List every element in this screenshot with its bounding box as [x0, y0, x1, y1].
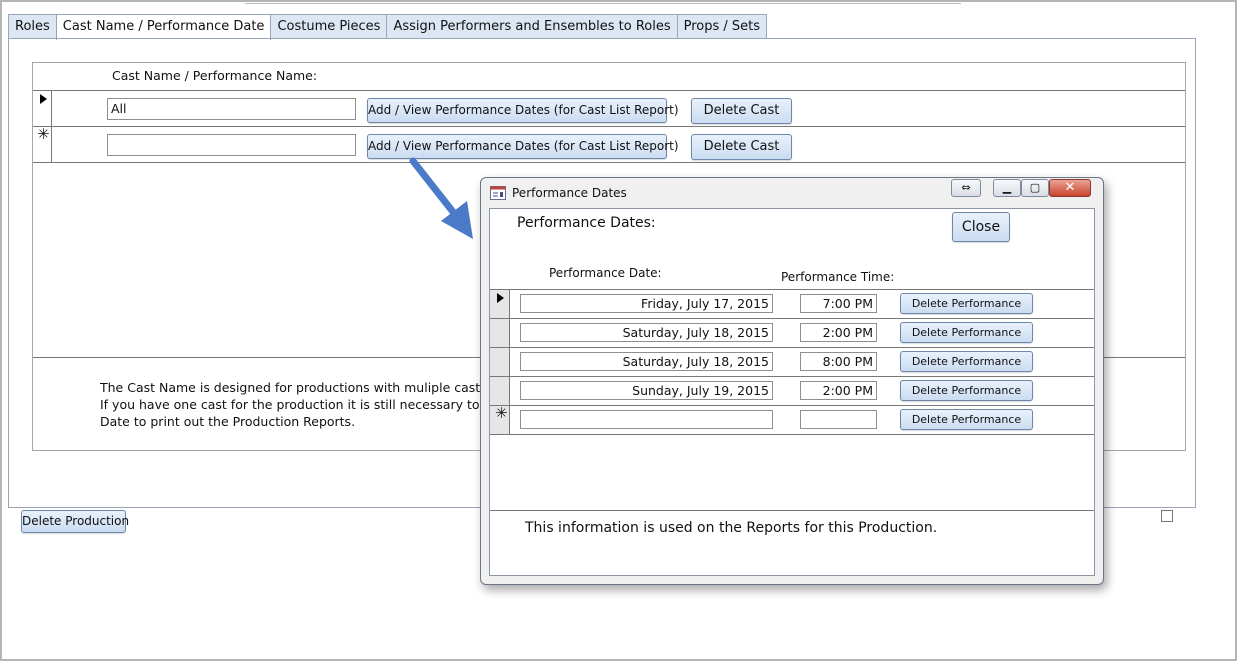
cast-name-note: The Cast Name is designed for production…	[100, 379, 512, 430]
delete-performance-button[interactable]: Delete Performance	[900, 293, 1033, 314]
view-performance-dates-button[interactable]: Add / View Performance Dates (for Cast L…	[367, 98, 679, 123]
record-selector-divider	[509, 290, 510, 434]
delete-production-button[interactable]: Delete Production	[21, 510, 129, 533]
delete-performance-button[interactable]: Delete Performance	[900, 380, 1033, 401]
cast-name-input[interactable]: All	[107, 98, 356, 120]
row-divider	[33, 126, 1185, 127]
dialog-footer-text: This information is used on the Reports …	[525, 520, 938, 536]
performance-time-header: Performance Time:	[781, 270, 895, 284]
note-line: The Cast Name is designed for production…	[100, 380, 511, 395]
subform-footer-divider	[490, 510, 1094, 511]
delete-cast-button[interactable]: Delete Cast	[691, 134, 792, 160]
performance-date-field[interactable]: Saturday, July 18, 2015	[520, 352, 773, 371]
row-divider	[490, 376, 1094, 377]
row-divider	[490, 347, 1094, 348]
tab-assign-performers[interactable]: Assign Performers and Ensembles to Roles	[386, 14, 678, 39]
arrow-annotation-icon	[409, 157, 473, 239]
form-icon	[490, 186, 506, 200]
performance-date-header: Performance Date:	[549, 266, 662, 280]
performance-time-field[interactable]: 7:00 PM	[800, 294, 877, 313]
tab-props-sets[interactable]: Props / Sets	[676, 14, 768, 39]
row-divider	[33, 162, 1185, 163]
row-divider	[490, 318, 1094, 319]
top-divider	[245, 3, 961, 4]
tab-strip: Roles Cast Name / Performance Date Costu…	[8, 14, 768, 40]
new-performance-date-field[interactable]	[520, 410, 773, 429]
row-divider	[490, 405, 1094, 406]
close-icon[interactable]: ✕	[1049, 179, 1091, 197]
note-line: If you have one cast for the production …	[100, 397, 512, 412]
row-divider	[490, 289, 1094, 290]
delete-performance-button[interactable]: Delete Performance	[900, 322, 1033, 343]
performance-date-field[interactable]: Saturday, July 18, 2015	[520, 323, 773, 342]
tab-roles[interactable]: Roles	[8, 14, 57, 39]
delete-performance-button[interactable]: Delete Performance	[900, 409, 1033, 430]
row-divider	[490, 434, 1094, 435]
new-record-icon: ✳	[37, 125, 50, 143]
new-performance-time-field[interactable]	[800, 410, 877, 429]
current-record-icon	[40, 94, 47, 104]
delete-performance-button[interactable]: Delete Performance	[900, 351, 1033, 372]
delete-cast-button[interactable]: Delete Cast	[691, 98, 792, 124]
row-divider	[33, 90, 1185, 91]
current-record-icon	[497, 293, 504, 303]
new-record-icon: ✳	[495, 404, 508, 422]
performance-date-field[interactable]: Friday, July 17, 2015	[520, 294, 773, 313]
record-selector-divider	[51, 90, 52, 162]
performance-date-field[interactable]: Sunday, July 19, 2015	[520, 381, 773, 400]
performance-time-field[interactable]: 8:00 PM	[800, 352, 877, 371]
maximize-icon[interactable]: ▢	[1021, 179, 1049, 197]
checkbox[interactable]	[1161, 510, 1173, 522]
close-button[interactable]: Close	[952, 212, 1010, 242]
performance-time-field[interactable]: 2:00 PM	[800, 323, 877, 342]
dialog-heading: Performance Dates:	[517, 215, 656, 231]
tab-cast-name-performance-date[interactable]: Cast Name / Performance Date	[55, 14, 272, 40]
resize-icon[interactable]: ⇔	[951, 179, 981, 197]
cast-name-header-label: Cast Name / Performance Name:	[112, 68, 318, 83]
note-line: Date to print out the Production Reports…	[100, 414, 356, 429]
performance-time-field[interactable]: 2:00 PM	[800, 381, 877, 400]
new-cast-name-input[interactable]	[107, 134, 356, 156]
dialog-title: Performance Dates	[512, 186, 627, 200]
minimize-icon[interactable]: ▁	[993, 179, 1021, 197]
tab-costume-pieces[interactable]: Costume Pieces	[270, 14, 388, 39]
